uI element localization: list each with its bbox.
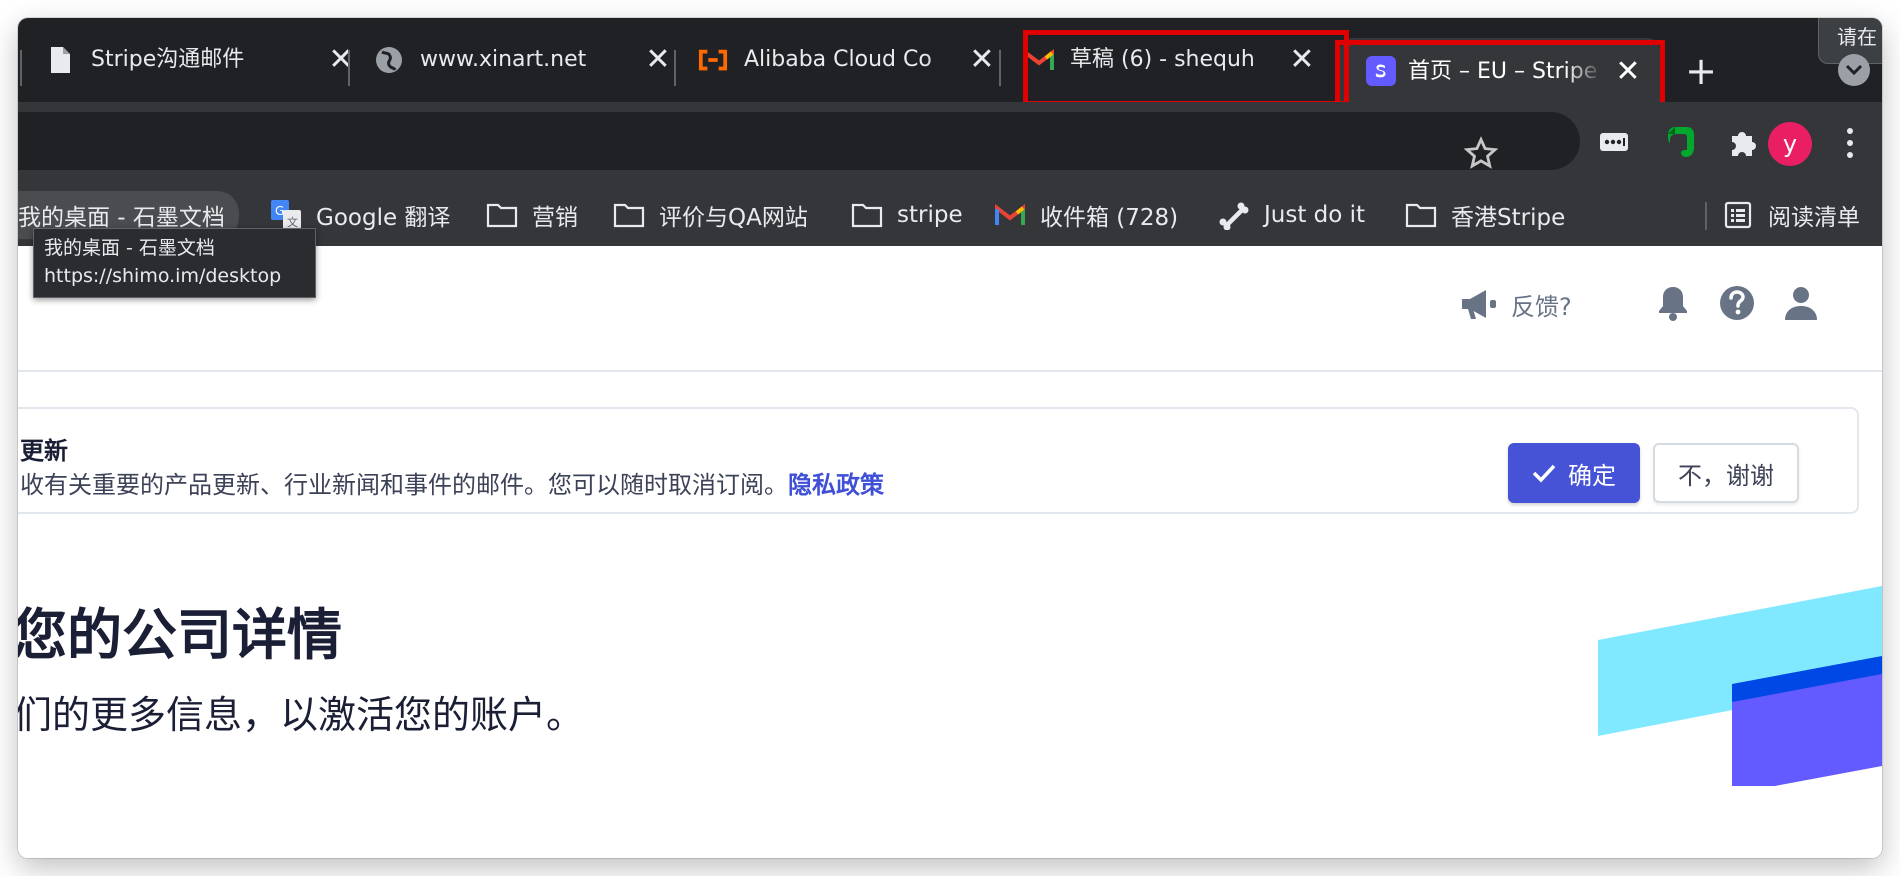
page-content: 反馈? 更新 收有关重要的产品更新、行业新闻和事件的邮件。您可以随时取消订阅。隐…: [18, 246, 1882, 858]
profile-avatar[interactable]: y: [1768, 122, 1812, 166]
tab-gmail-drafts[interactable]: 草稿 (6) - shequh ✕: [1024, 32, 1344, 88]
bookmark-label: 评价与QA网站: [659, 205, 808, 231]
document-icon: [45, 45, 75, 75]
bookmark-folder-marketing[interactable]: 营销: [486, 184, 578, 246]
tooltip-title: 我的桌面 - 石墨文档: [44, 237, 215, 259]
consent-body: 收有关重要的产品更新、行业新闻和事件的邮件。您可以随时取消订阅。: [20, 471, 788, 499]
bookmark-label: Google 翻译: [316, 205, 451, 231]
tab-strip: 请在 Stripe沟通邮件 ✕ www.xinart.net ✕ Alibaba…: [18, 18, 1882, 102]
tab-stripe-email[interactable]: Stripe沟通邮件 ✕: [45, 32, 365, 88]
page-title: 您的公司详情: [18, 603, 343, 667]
bone-icon: [1218, 199, 1250, 231]
tab-separator: [999, 50, 1001, 86]
stripe-icon: [1366, 56, 1396, 86]
browser-window: 请在 Stripe沟通邮件 ✕ www.xinart.net ✕ Alibaba…: [18, 18, 1882, 858]
address-bar[interactable]: [18, 112, 1580, 170]
svg-text:G: G: [275, 204, 284, 218]
tab-search-icon[interactable]: [1838, 54, 1870, 86]
folder-icon: [613, 199, 645, 231]
svg-text:文: 文: [287, 215, 298, 229]
decline-button[interactable]: 不，谢谢: [1653, 443, 1799, 503]
privacy-policy-link[interactable]: 隐私政策: [788, 471, 884, 499]
bookmark-folder-reviews[interactable]: 评价与QA网站: [613, 184, 808, 246]
feedback-label: 反馈?: [1511, 292, 1572, 321]
tab-title: 草稿 (6) - shequh: [1070, 47, 1255, 72]
feedback-button[interactable]: 反馈?: [1459, 284, 1572, 324]
bookmark-label: 我的桌面 - 石墨文档: [18, 205, 225, 231]
bookmark-folder-stripe[interactable]: stripe: [851, 184, 963, 246]
checkmark-icon: [1532, 464, 1556, 483]
close-tab-icon[interactable]: ✕: [325, 44, 357, 76]
consent-title: 更新: [20, 437, 68, 465]
reading-list-button[interactable]: 阅读清单: [1722, 184, 1860, 246]
new-tab-button[interactable]: +: [1681, 51, 1721, 91]
tab-alibaba-cloud[interactable]: Alibaba Cloud Co ✕: [698, 32, 1018, 88]
gmail-icon: [1024, 45, 1054, 75]
close-tab-icon[interactable]: ✕: [966, 44, 998, 76]
bookmark-label: Just do it: [1264, 202, 1366, 228]
tab-xinart[interactable]: www.xinart.net ✕: [374, 32, 694, 88]
folder-icon: [486, 199, 518, 231]
bookmark-url-tooltip: 我的桌面 - 石墨文档 https://shimo.im/desktop: [33, 228, 316, 298]
bookmarks-separator: [1705, 202, 1707, 230]
bell-icon[interactable]: [1654, 284, 1692, 322]
close-tab-icon[interactable]: ✕: [1286, 44, 1318, 76]
megaphone-icon: [1462, 290, 1496, 319]
browser-toolbar: y: [18, 102, 1882, 184]
consent-text: 收有关重要的产品更新、行业新闻和事件的邮件。您可以随时取消订阅。隐私政策: [20, 465, 884, 500]
tooltip-url: https://shimo.im/desktop: [44, 265, 282, 287]
tab-separator: [348, 50, 350, 86]
bookmark-label: stripe: [897, 202, 963, 228]
tab-title: 首页 – EU – Stripe: [1408, 59, 1598, 84]
confirm-button[interactable]: 确定: [1508, 443, 1640, 503]
bookmark-label: 营销: [532, 205, 578, 231]
tab-separator: [20, 50, 22, 86]
tab-title: Alibaba Cloud Co: [744, 47, 932, 72]
email-consent-banner: 更新 收有关重要的产品更新、行业新闻和事件的邮件。您可以随时取消订阅。隐私政策 …: [18, 407, 1859, 514]
reading-list-icon: [1722, 199, 1754, 231]
confirm-label: 确定: [1568, 461, 1616, 490]
alibaba-cloud-icon: [698, 45, 728, 75]
bookmark-folder-hk-stripe[interactable]: 香港Stripe: [1405, 184, 1565, 246]
globe-icon: [374, 45, 404, 75]
tab-separator: [674, 50, 676, 86]
google-translate-icon: G文: [270, 199, 302, 231]
bookmark-label: 香港Stripe: [1451, 205, 1566, 231]
decorative-stripes: [1598, 586, 1882, 786]
help-icon[interactable]: [1718, 284, 1756, 322]
gmail-icon: [994, 199, 1026, 231]
evernote-icon[interactable]: [1661, 122, 1701, 162]
folder-icon: [851, 199, 883, 231]
account-icon[interactable]: [1782, 284, 1820, 322]
folder-icon: [1405, 199, 1437, 231]
tab-stripe-home[interactable]: 首页 – EU – Stripe ✕: [1340, 38, 1660, 102]
close-tab-icon[interactable]: ✕: [642, 44, 674, 76]
bookmark-just-do-it[interactable]: Just do it: [1218, 184, 1365, 246]
page-subtitle: 们的更多信息，以激活您的账户。: [18, 693, 585, 737]
menu-kebab-icon[interactable]: [1840, 122, 1860, 164]
password-extension-icon[interactable]: [1594, 122, 1634, 162]
tab-title: www.xinart.net: [420, 47, 587, 72]
bookmark-gmail-inbox[interactable]: 收件箱 (728): [994, 184, 1178, 246]
tab-title: Stripe沟通邮件: [91, 47, 245, 72]
bookmark-label: 收件箱 (728): [1040, 205, 1179, 231]
close-tab-icon[interactable]: ✕: [1612, 56, 1644, 88]
extensions-puzzle-icon[interactable]: [1722, 122, 1762, 162]
bookmark-star-icon[interactable]: [1464, 136, 1498, 170]
reading-list-label: 阅读清单: [1768, 205, 1860, 231]
